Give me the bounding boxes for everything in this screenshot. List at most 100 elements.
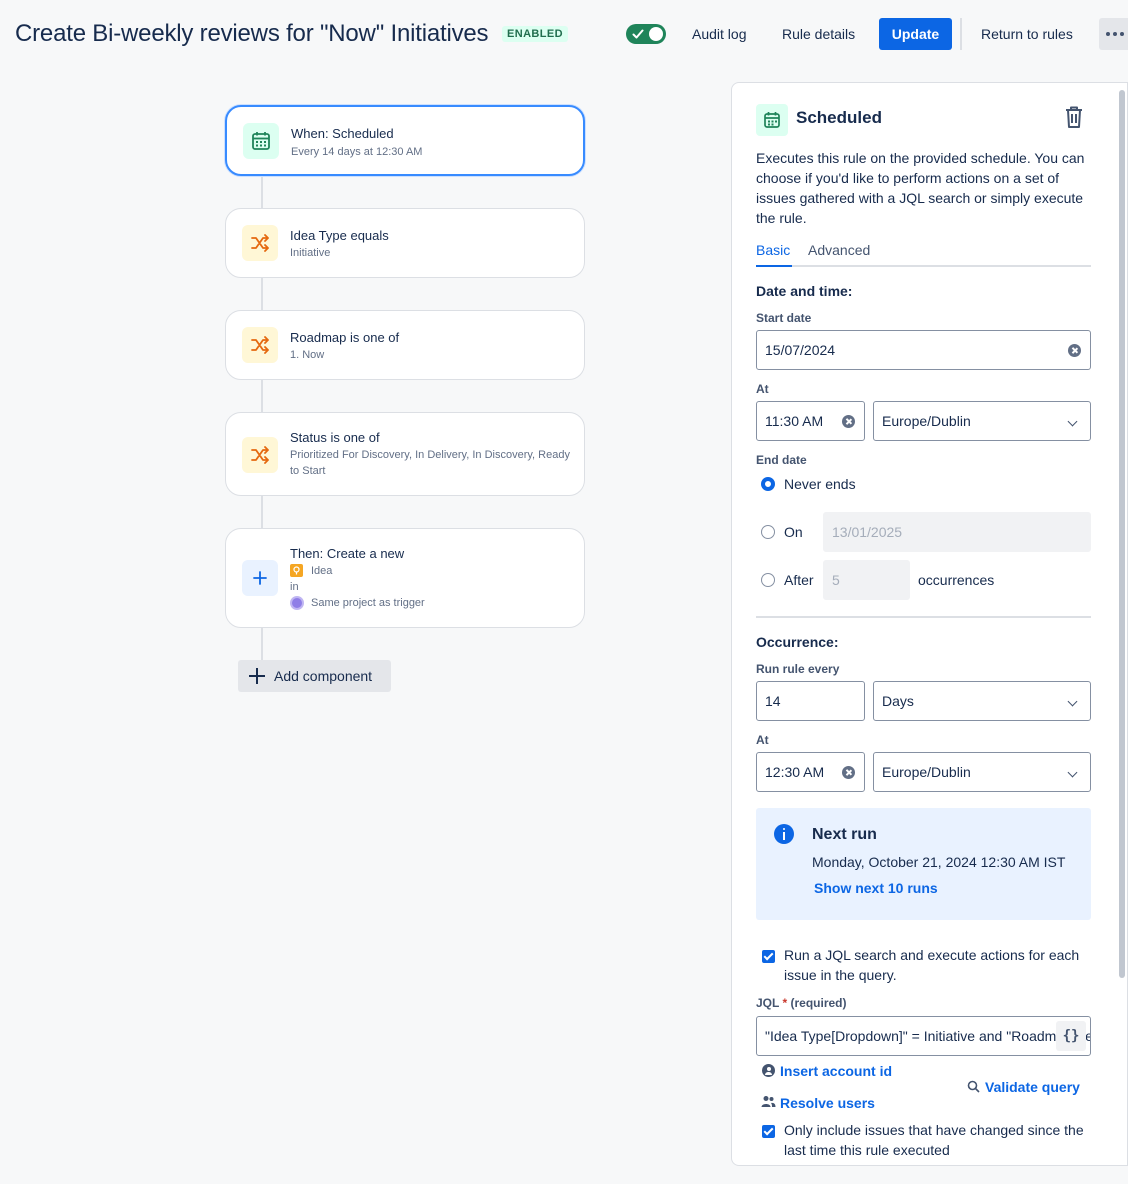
add-component-button[interactable]: Add component [238, 660, 391, 692]
timezone-select[interactable]: Europe/Dublin [873, 401, 1091, 441]
start-date-label: Start date [756, 311, 812, 325]
condition-subtitle: Initiative [290, 247, 331, 259]
search-icon [967, 1080, 980, 1093]
clear-icon[interactable] [842, 415, 855, 428]
jql-required: (required) [790, 996, 847, 1010]
more-actions-button[interactable] [1099, 18, 1128, 50]
condition-title: Status is one of [290, 430, 380, 445]
update-button[interactable]: Update [879, 18, 952, 50]
end-date-input[interactable]: 13/01/2025 [823, 512, 1091, 552]
branch-icon [242, 437, 278, 473]
condition-card-roadmap[interactable]: Roadmap is one of 1. Now [225, 310, 585, 380]
start-time-input[interactable]: 11:30 AM [756, 401, 865, 441]
trigger-subtitle: Every 14 days at 12:30 AM [291, 146, 423, 158]
chevron-down-icon [1067, 416, 1078, 427]
add-component-label: Add component [274, 668, 373, 684]
status-badge: ENABLED [502, 26, 568, 42]
lightbulb-icon [290, 564, 303, 577]
end-date-label: End date [756, 453, 807, 467]
action-project: Same project as trigger [311, 597, 425, 609]
start-date-input[interactable]: 15/07/2024 [756, 330, 1091, 370]
start-date-value: 15/07/2024 [765, 342, 836, 358]
start-time-value: 11:30 AM [765, 413, 824, 429]
after-label: After [784, 572, 814, 588]
show-next-runs-link[interactable]: Show next 10 runs [814, 880, 938, 896]
condition-card-status[interactable]: Status is one of Prioritized For Discove… [225, 412, 585, 496]
tab-basic[interactable]: Basic [756, 242, 790, 258]
occurrences-label: occurrences [918, 572, 995, 588]
rule-details-button[interactable]: Rule details [772, 18, 865, 50]
project-avatar-icon [290, 596, 304, 610]
rule-title: Create Bi-weekly reviews for "Now" Initi… [15, 20, 489, 47]
chevron-down-icon [1067, 696, 1078, 707]
run-every-unit-select[interactable]: Days [873, 681, 1091, 721]
resolve-users-link[interactable]: Resolve users [780, 1095, 875, 1111]
plus-icon [242, 560, 278, 596]
jql-search-checkbox[interactable] [762, 950, 775, 963]
never-ends-radio[interactable] [761, 477, 775, 491]
section-divider [756, 616, 1091, 618]
action-in-label: in [290, 581, 299, 593]
action-card[interactable]: Then: Create a new Idea in Same project … [225, 528, 585, 628]
occ-timezone-value: Europe/Dublin [882, 764, 971, 780]
condition-card-idea-type[interactable]: Idea Type equals Initiative [225, 208, 585, 278]
occ-time-input[interactable]: 12:30 AM [756, 752, 865, 792]
insert-account-id-link[interactable]: Insert account id [780, 1063, 892, 1079]
validate-query-link[interactable]: Validate query [985, 1079, 1080, 1095]
jql-value: "Idea Type[Dropdown]" = Initiative and "… [765, 1028, 1090, 1044]
date-time-heading: Date and time: [756, 283, 853, 299]
occ-at-label: At [756, 733, 769, 747]
run-every-unit-value: Days [882, 693, 914, 709]
panel-description: Executes this rule on the provided sched… [756, 150, 1085, 226]
next-run-value: Monday, October 21, 2024 12:30 AM IST [812, 854, 1066, 870]
branch-icon [242, 327, 278, 363]
component-config-panel: Scheduled Executes this rule on the prov… [731, 82, 1128, 1166]
next-run-info: Next run Monday, October 21, 2024 12:30 … [756, 808, 1091, 920]
on-date-radio[interactable] [761, 525, 775, 539]
people-icon [761, 1096, 776, 1107]
check-icon [632, 29, 644, 39]
trigger-card[interactable]: When: Scheduled Every 14 days at 12:30 A… [225, 105, 585, 176]
run-every-label: Run rule every [756, 662, 840, 676]
clear-icon[interactable] [1068, 344, 1081, 357]
clear-icon[interactable] [842, 766, 855, 779]
tab-advanced[interactable]: Advanced [808, 242, 870, 258]
return-to-rules-button[interactable]: Return to rules [971, 18, 1083, 50]
action-title: Then: Create a new [290, 546, 405, 561]
only-changed-label: Only include issues that have changed si… [784, 1122, 1084, 1158]
condition-title: Idea Type equals [290, 228, 389, 243]
after-radio[interactable] [761, 573, 775, 587]
tab-divider [756, 265, 1091, 267]
never-ends-label: Never ends [784, 476, 856, 492]
condition-title: Roadmap is one of [290, 330, 400, 345]
condition-subtitle: Prioritized For Discovery, In Delivery, … [290, 449, 570, 477]
tab-indicator [756, 265, 792, 267]
calendar-icon [243, 123, 279, 159]
jql-label-text: JQL [756, 996, 780, 1010]
plus-icon [249, 668, 265, 684]
next-run-title: Next run [812, 826, 877, 843]
occ-timezone-select[interactable]: Europe/Dublin [873, 752, 1091, 792]
trash-icon[interactable] [1062, 104, 1086, 130]
jql-input[interactable]: "Idea Type[Dropdown]" = Initiative and "… [756, 1016, 1091, 1056]
only-changed-checkbox[interactable] [762, 1125, 775, 1138]
branch-icon [242, 225, 278, 261]
jql-label: JQL * (required) [756, 996, 847, 1010]
audit-log-button[interactable]: Audit log [682, 18, 756, 50]
smart-values-icon[interactable]: {} [1056, 1021, 1086, 1051]
enable-toggle[interactable] [626, 24, 666, 44]
toggle-knob [649, 27, 663, 41]
on-label: On [784, 524, 803, 540]
jql-search-label: Run a JQL search and execute actions for… [784, 947, 1080, 983]
calendar-icon [756, 104, 788, 136]
run-every-input[interactable]: 14 [756, 681, 865, 721]
at-label: At [756, 382, 769, 396]
panel-scrollbar[interactable] [1119, 90, 1125, 978]
user-circle-icon [762, 1064, 775, 1077]
chevron-down-icon [1067, 767, 1078, 778]
panel-title: Scheduled [796, 108, 882, 127]
action-item-type: Idea [311, 565, 333, 577]
occurrences-count-input[interactable]: 5 [823, 560, 910, 600]
occurrence-heading: Occurrence: [756, 634, 839, 650]
timezone-value: Europe/Dublin [882, 413, 971, 429]
